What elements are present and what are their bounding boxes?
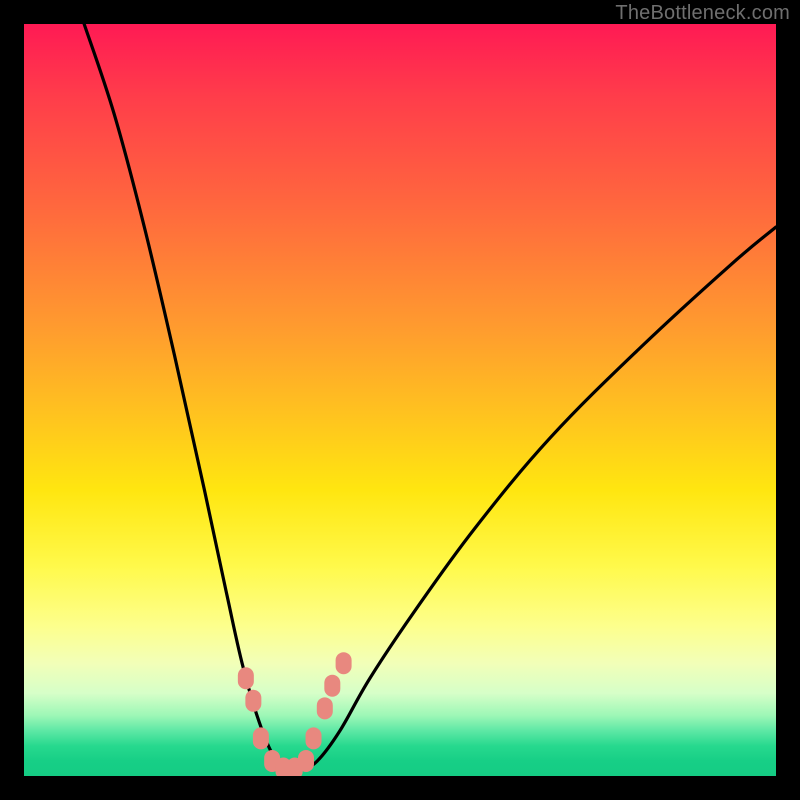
chart-plot-area xyxy=(24,24,776,776)
bottleneck-curve-path xyxy=(84,24,776,770)
bottleneck-curve-svg xyxy=(24,24,776,776)
marker-dot xyxy=(245,690,261,712)
watermark-text: TheBottleneck.com xyxy=(615,2,790,25)
marker-dot xyxy=(324,675,340,697)
chart-frame: TheBottleneck.com xyxy=(0,0,800,800)
marker-dot xyxy=(306,727,322,749)
marker-dot xyxy=(317,697,333,719)
marker-dot xyxy=(238,667,254,689)
marker-dot xyxy=(336,652,352,674)
marker-dot xyxy=(253,727,269,749)
marker-dot xyxy=(298,750,314,772)
